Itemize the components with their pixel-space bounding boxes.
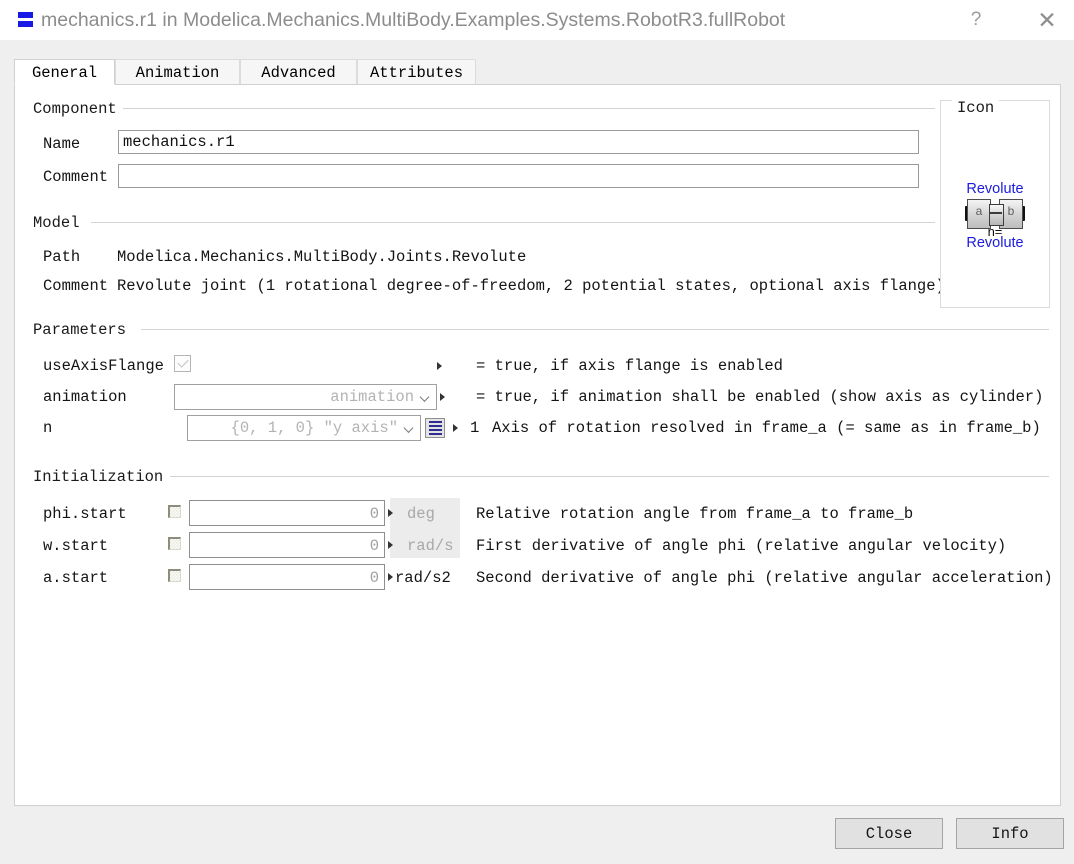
- param-menu-arrow[interactable]: [437, 362, 442, 370]
- close-button[interactable]: Close: [835, 818, 943, 849]
- comment-label: Comment: [43, 168, 109, 186]
- w-start-unit: rad/s: [407, 537, 454, 555]
- icon-title-bottom: Revolute: [966, 235, 1024, 251]
- revolute-joint-icon: Revolute a b n= Revolute: [963, 178, 1027, 252]
- close-window-button[interactable]: ✕: [1024, 0, 1070, 40]
- phi-start-fixed-checkbox[interactable]: [168, 505, 181, 518]
- param-description-animation: = true, if animation shall be enabled (s…: [476, 388, 1044, 406]
- icon-group-label: Icon: [952, 99, 1000, 117]
- info-button[interactable]: Info: [956, 818, 1064, 849]
- help-button[interactable]: ?: [953, 0, 999, 40]
- param-menu-arrow[interactable]: [453, 424, 458, 432]
- init-label-w-start: w.start: [43, 537, 109, 555]
- axis-cylinder-icon: [989, 204, 1004, 226]
- init-description-phi-start: Relative rotation angle from frame_a to …: [476, 505, 914, 523]
- init-label-a-start: a.start: [43, 569, 109, 587]
- param-description-n: Axis of rotation resolved in frame_a (= …: [492, 419, 1041, 437]
- init-menu-arrow[interactable]: [388, 509, 393, 517]
- initialization-group-label: Initialization: [33, 468, 170, 486]
- model-comment-value: Revolute joint (1 rotational degree-of-f…: [117, 277, 945, 295]
- animation-combobox-value: animation: [330, 388, 414, 406]
- parameters-group-divider: [141, 329, 1049, 330]
- initialization-group-divider: [170, 476, 1049, 477]
- comment-input[interactable]: [118, 164, 919, 188]
- name-label: Name: [43, 135, 81, 153]
- tab-animation[interactable]: Animation: [115, 59, 240, 85]
- useaxisflange-checkbox[interactable]: [174, 355, 191, 372]
- phi-start-input[interactable]: 0: [189, 500, 385, 526]
- general-tab-panel: Component Name mechanics.r1 Comment Mode…: [14, 84, 1061, 806]
- w-start-fixed-checkbox[interactable]: [168, 537, 181, 550]
- a-start-unit: rad/s2: [395, 569, 451, 587]
- param-menu-arrow[interactable]: [440, 393, 445, 401]
- n-combobox-value: {0, 1, 0} ″y axis″: [230, 419, 398, 437]
- model-group-divider: [91, 222, 935, 223]
- a-start-fixed-checkbox[interactable]: [168, 569, 181, 582]
- title-bar: mechanics.r1 in Modelica.Mechanics.Multi…: [0, 0, 1074, 40]
- parameter-dialog-window: mechanics.r1 in Modelica.Mechanics.Multi…: [0, 0, 1074, 864]
- parameters-group-label: Parameters: [33, 321, 133, 339]
- param-description-useaxisflange: = true, if axis flange is enabled: [476, 357, 783, 375]
- animation-combobox[interactable]: animation: [174, 384, 437, 410]
- tab-advanced[interactable]: Advanced: [240, 59, 357, 85]
- a-start-input[interactable]: 0: [189, 564, 385, 590]
- axis-centerline-icon: [989, 212, 1002, 214]
- n-combobox[interactable]: {0, 1, 0} ″y axis″: [187, 415, 421, 441]
- w-start-input[interactable]: 0: [189, 532, 385, 558]
- tab-attributes[interactable]: Attributes: [357, 59, 476, 85]
- chevron-down-icon: [404, 425, 415, 432]
- modelica-component-icon: [18, 12, 33, 29]
- init-menu-arrow[interactable]: [388, 573, 393, 581]
- table-list-icon[interactable]: [425, 418, 445, 438]
- param-label-useaxisflange: useAxisFlange: [43, 357, 164, 375]
- name-input[interactable]: mechanics.r1: [118, 130, 919, 154]
- model-path-value: Modelica.Mechanics.MultiBody.Joints.Revo…: [117, 248, 527, 266]
- init-label-phi-start: phi.start: [43, 505, 127, 523]
- tab-strip: General Animation Advanced Attributes: [14, 59, 1061, 85]
- component-group-label: Component: [33, 100, 123, 118]
- phi-start-unit: deg: [407, 505, 435, 523]
- tab-strip-filler: [476, 59, 1061, 85]
- chevron-down-icon: [420, 394, 431, 401]
- model-path-label: Path: [43, 248, 81, 266]
- param-index-n: 1: [470, 419, 480, 437]
- init-description-a-start: Second derivative of angle phi (relative…: [476, 569, 1053, 587]
- model-group-label: Model: [33, 214, 86, 232]
- model-comment-label: Comment: [43, 277, 109, 295]
- init-menu-arrow[interactable]: [388, 541, 393, 549]
- param-label-n: n: [43, 419, 53, 437]
- icon-title-top: Revolute: [966, 181, 1024, 197]
- frame-a-label: a: [975, 204, 983, 218]
- init-description-w-start: First derivative of angle phi (relative …: [476, 537, 1007, 555]
- component-group-divider: [123, 108, 935, 109]
- tab-general[interactable]: General: [14, 59, 115, 85]
- param-label-animation: animation: [43, 388, 127, 406]
- window-title: mechanics.r1 in Modelica.Mechanics.Multi…: [41, 9, 786, 31]
